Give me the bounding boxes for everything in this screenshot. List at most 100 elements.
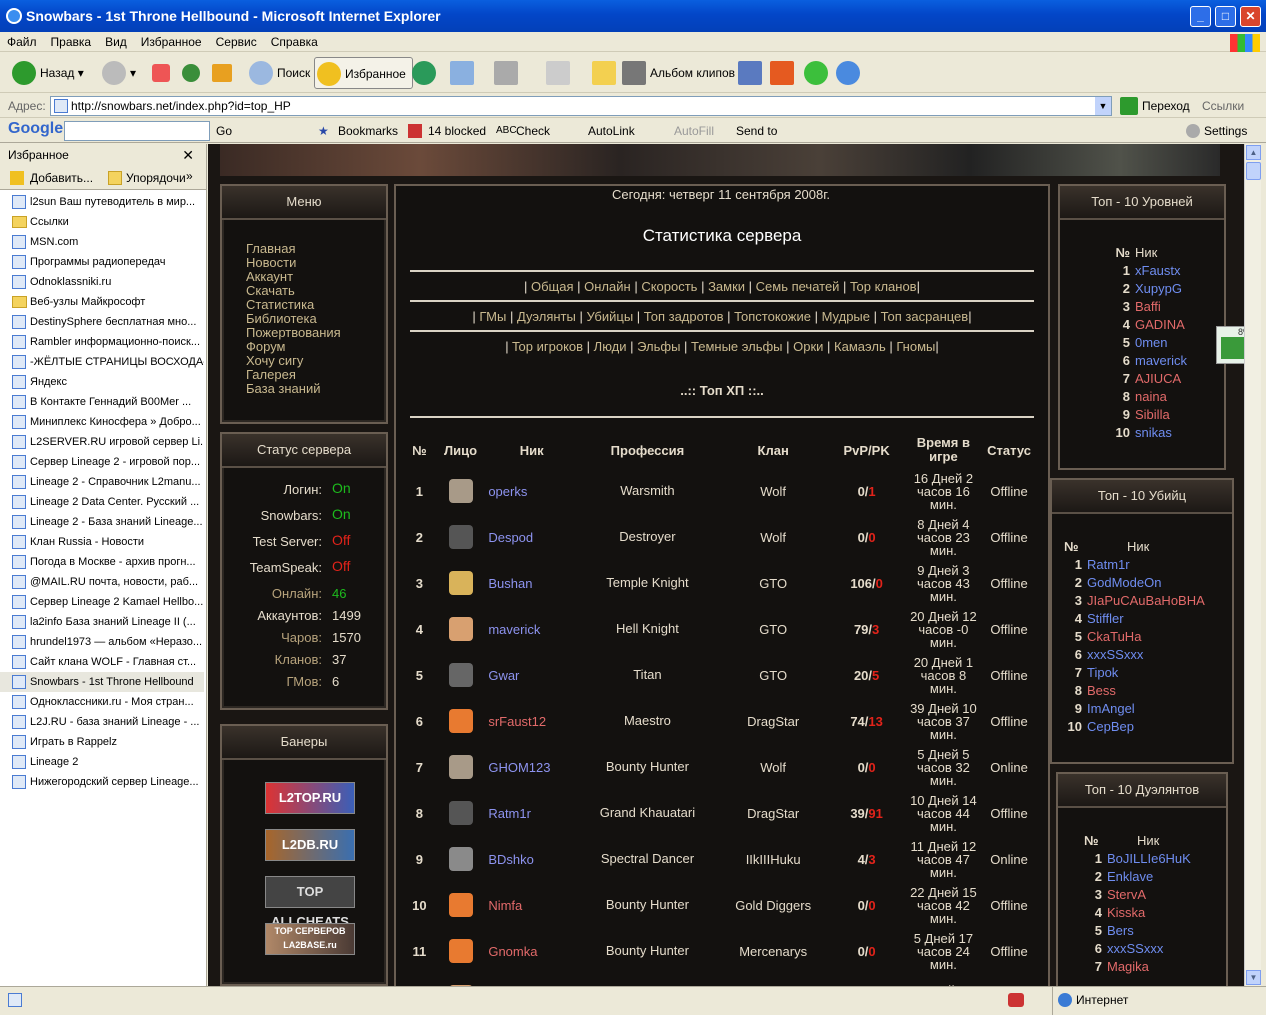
player-nick-link[interactable]: Baffi	[1135, 299, 1161, 314]
player-nick-link[interactable]: CkaTuHa	[1087, 629, 1141, 644]
allcheats-banner[interactable]: TOP ALLCHEATS	[265, 876, 355, 929]
player-nick-link[interactable]: maverick	[1135, 353, 1187, 368]
player-nick-link[interactable]: Ratm1r	[1087, 557, 1130, 572]
clip-album-button[interactable]: Альбом клипов	[620, 57, 735, 89]
stats-category-link[interactable]: Гномы	[896, 339, 935, 354]
player-nick-link[interactable]: Tipok	[1087, 665, 1118, 680]
favorite-item[interactable]: Программы радиопередач	[0, 252, 204, 272]
stats-category-link[interactable]: Камаэль	[834, 339, 886, 354]
site-menu-item[interactable]: Аккаунт	[222, 270, 386, 284]
la2base-banner[interactable]: TOP СЕРВЕРОВ LA2BASE.ru	[265, 923, 355, 955]
messenger-button[interactable]	[834, 57, 860, 89]
menu-item[interactable]: Сервис	[209, 32, 264, 49]
stats-category-link[interactable]: Орки	[793, 339, 823, 354]
favorite-item[interactable]: Lineage 2	[0, 752, 204, 772]
favorite-item[interactable]: Сайт клана WOLF - Главная ст...	[0, 652, 204, 672]
go-arrow-icon[interactable]	[1120, 97, 1138, 115]
favorite-item[interactable]: Rambler информационно-поиск...	[0, 332, 204, 352]
player-nick-link[interactable]: CepBep	[1087, 719, 1134, 734]
address-input[interactable]: http://snowbars.net/index.php?id=top_HP …	[50, 96, 1112, 116]
favorite-item[interactable]: -ЖЁЛТЫЕ СТРАНИЦЫ ВОСХОДА-	[0, 352, 204, 372]
stats-category-link[interactable]: Семь печатей	[756, 279, 840, 294]
stop-button[interactable]	[150, 57, 170, 89]
menu-item[interactable]: Избранное	[134, 32, 209, 49]
player-nick-link[interactable]: 0men	[1135, 335, 1168, 350]
player-nick-link[interactable]: GADINA	[1135, 317, 1185, 332]
column-header[interactable]: PvP/PK	[827, 432, 907, 468]
favorite-item[interactable]: la2info База знаний Lineage II (...	[0, 612, 204, 632]
player-nick-link[interactable]: snikas	[1135, 425, 1172, 440]
stats-category-link[interactable]: Убийцы	[586, 309, 633, 324]
favorite-item[interactable]: Веб-узлы Майкрософт	[0, 292, 204, 312]
player-nick-link[interactable]: Despod	[488, 530, 533, 545]
scroll-down-icon[interactable]: ▼	[1246, 970, 1261, 985]
player-nick-link[interactable]: BoJILLIe6HuK	[1107, 851, 1191, 866]
favorite-item[interactable]: Одноклассники.ru - Моя стран...	[0, 692, 204, 712]
stats-category-link[interactable]: ГМы	[479, 309, 506, 324]
column-header[interactable]: Профессия	[575, 432, 720, 468]
column-header[interactable]: Статус	[980, 432, 1038, 468]
back-button[interactable]: Назад ▾	[10, 57, 84, 89]
player-nick-link[interactable]: Bers	[1107, 923, 1134, 938]
player-nick-link[interactable]: Enklave	[1107, 869, 1153, 884]
site-menu-item[interactable]: Скачать	[222, 284, 386, 298]
player-nick-link[interactable]: Nimfa	[488, 898, 522, 913]
player-nick-link[interactable]: maverick	[488, 622, 540, 637]
favorites-button[interactable]: Избранное	[314, 57, 413, 89]
player-nick-link[interactable]: naina	[1135, 389, 1167, 404]
player-nick-link[interactable]: Bushan	[488, 576, 532, 591]
site-menu-item[interactable]: Галерея	[222, 368, 386, 382]
favorite-item[interactable]: MSN.com	[0, 232, 204, 252]
organize-button[interactable]: Упорядочи	[126, 171, 186, 185]
player-nick-link[interactable]: Stiffler	[1087, 611, 1124, 626]
site-menu-item[interactable]: Главная	[222, 242, 386, 256]
menu-item[interactable]: Файл	[0, 32, 44, 49]
stats-category-link[interactable]: Топстокожие	[734, 309, 811, 324]
site-menu-item[interactable]: Библиотека	[222, 312, 386, 326]
stats-category-link[interactable]: Эльфы	[637, 339, 680, 354]
more-chevron-icon[interactable]: »	[186, 169, 193, 183]
favorite-item[interactable]: L2J.RU - база знаний Lineage - ...	[0, 712, 204, 732]
favorite-item[interactable]: В Контакте Геннадий В00Мer ...	[0, 392, 204, 412]
l2top-banner[interactable]: L2TOP.RU	[265, 782, 355, 814]
player-nick-link[interactable]: xxxSSxxx	[1087, 647, 1143, 662]
minimize-button[interactable]: _	[1190, 6, 1211, 27]
favorite-item[interactable]: Сервер Lineage 2 Kamael Hellbo...	[0, 592, 204, 612]
history-button[interactable]	[410, 57, 436, 89]
player-nick-link[interactable]: Ratm1r	[488, 806, 531, 821]
player-nick-link[interactable]: GHOM123	[488, 760, 550, 775]
stats-category-link[interactable]: Top кланов	[850, 279, 917, 294]
settings-button[interactable]: Settings	[1204, 122, 1247, 140]
player-nick-link[interactable]: ImAngel	[1087, 701, 1135, 716]
bookmarks-button[interactable]: Bookmarks	[338, 122, 398, 140]
forward-button[interactable]: ▾	[100, 57, 136, 89]
menu-item[interactable]: Правка	[44, 32, 99, 49]
mail-button[interactable]	[448, 57, 484, 89]
sendto-button[interactable]: Send to	[736, 122, 777, 140]
favorite-item[interactable]: L2SERVER.RU игровой сервер Li...	[0, 432, 204, 452]
discuss-button[interactable]	[590, 57, 616, 89]
home-button[interactable]	[210, 57, 232, 89]
menu-item[interactable]: Вид	[98, 32, 134, 49]
column-header[interactable]: №	[406, 432, 433, 468]
site-menu-item[interactable]: Хочу сигу	[222, 354, 386, 368]
stats-category-link[interactable]: Общая	[531, 279, 574, 294]
player-nick-link[interactable]: Sibilla	[1135, 407, 1170, 422]
close-button[interactable]: ✕	[1240, 6, 1261, 27]
blocked-button[interactable]: 14 blocked	[428, 122, 486, 140]
address-dropdown-icon[interactable]: ▼	[1095, 97, 1111, 115]
favorite-item[interactable]: Odnoklassniki.ru	[0, 272, 204, 292]
scroll-up-icon[interactable]: ▲	[1246, 145, 1261, 160]
links-button[interactable]: Ссылки	[1202, 99, 1244, 113]
player-nick-link[interactable]: Magika	[1107, 959, 1149, 974]
refresh-button[interactable]	[180, 57, 200, 89]
favorite-item[interactable]: DestinySphere бесплатная мно...	[0, 312, 204, 332]
favorite-item[interactable]: Lineage 2 - Справочник L2manu...	[0, 472, 204, 492]
site-menu-item[interactable]: Пожертвования	[222, 326, 386, 340]
search-button[interactable]: Поиск	[247, 57, 310, 89]
scroll-thumb[interactable]	[1246, 162, 1261, 180]
favorite-item[interactable]: hrundel1973 — альбом «Неразо...	[0, 632, 204, 652]
player-nick-link[interactable]: JIaPuCAuBaHoBHA	[1087, 593, 1205, 608]
favorite-item[interactable]: @MAIL.RU почта, новости, раб...	[0, 572, 204, 592]
stats-category-link[interactable]: Онлайн	[584, 279, 631, 294]
